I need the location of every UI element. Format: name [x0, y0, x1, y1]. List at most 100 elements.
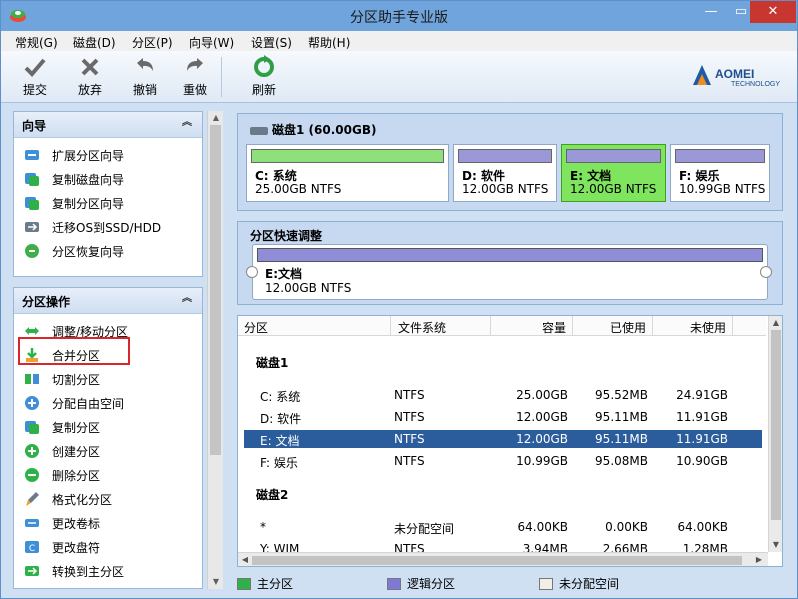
logo-sub-text: TECHNOLOGY [731, 81, 781, 88]
highlight-box [18, 337, 130, 365]
quick-adjust-partition[interactable]: E:文档 12.00GB NTFS [252, 244, 768, 300]
partition-size: 10.99GB NTFS [679, 182, 766, 196]
redo-icon [187, 58, 203, 71]
col-used[interactable]: 已使用 [610, 319, 646, 336]
quick-adjust-bar[interactable] [257, 248, 763, 262]
wizard-panel-header[interactable]: 向导 ︽ [14, 112, 202, 138]
scroll-up-icon[interactable]: ▲ [208, 111, 224, 125]
checkmark-icon [24, 58, 46, 77]
partition-d[interactable]: D: 软件 12.00GB NTFS [453, 144, 557, 202]
collapse-icon[interactable]: ︽ [180, 292, 194, 306]
undo-button[interactable]: 撤销 [123, 55, 167, 98]
wizard-panel: 向导 ︽ 扩展分区向导 复制磁盘向导 复制分区向导 迁移OS到SSD/HDD 分… [13, 111, 203, 277]
collapse-icon[interactable]: ︽ [180, 116, 194, 130]
partition-c[interactable]: C: 系统 25.00GB NTFS [246, 144, 449, 202]
operations-panel-header[interactable]: 分区操作 ︽ [14, 288, 202, 314]
drive-letter-icon: C [25, 541, 39, 554]
group-disk1: 磁盘1 [256, 356, 289, 370]
partition-e[interactable]: E: 文档 12.00GB NTFS [561, 144, 666, 202]
menu-bar: 常规(G) 磁盘(D) 分区(P) 向导(W) 设置(S) 帮助(H) [1, 31, 797, 51]
table-row[interactable]: C: 系统 NTFS 25.00GB 95.52MB 24.91GB [244, 386, 762, 404]
split-partition-icon [25, 374, 39, 384]
migrate-os-icon [25, 222, 39, 232]
table-row[interactable]: * 未分配空间 64.00KB 0.00KB 64.00KB [244, 518, 762, 536]
column-divider[interactable] [732, 316, 733, 336]
scroll-up-icon[interactable]: ▲ [769, 316, 782, 330]
scroll-down-icon[interactable]: ▼ [208, 575, 224, 589]
scroll-right-icon[interactable]: ▶ [752, 553, 766, 566]
scroll-thumb[interactable] [252, 556, 742, 565]
quick-adjust-size: 12.00GB NTFS [265, 281, 352, 295]
scroll-thumb[interactable] [771, 330, 781, 520]
delete-partition-icon [25, 468, 39, 482]
scroll-thumb[interactable] [210, 125, 221, 455]
toolbar-separator [221, 57, 222, 97]
toolbar: 提交 放弃 撤销 重做 刷新 [1, 51, 797, 103]
menu-wizard[interactable]: 向导(W) [189, 34, 234, 51]
refresh-label: 刷新 [251, 83, 276, 97]
refresh-button[interactable]: 刷新 [242, 55, 286, 98]
allocate-space-icon [25, 396, 39, 410]
column-divider[interactable] [390, 316, 391, 336]
scroll-left-icon[interactable]: ◀ [238, 553, 252, 566]
quick-adjust-title: 分区快速调整 [250, 229, 323, 243]
col-capacity[interactable]: 容量 [542, 319, 566, 336]
copy-partition-icon [25, 197, 39, 210]
logo-mark-icon [693, 65, 711, 85]
refresh-icon [254, 55, 274, 77]
menu-disk[interactable]: 磁盘(D) [73, 34, 116, 51]
table-hscrollbar[interactable]: ◀ ▶ [238, 552, 768, 566]
close-button[interactable]: ✕ [750, 1, 796, 23]
svg-text:C: C [29, 544, 35, 554]
column-divider[interactable] [652, 316, 653, 336]
operations-panel: 分区操作 ︽ 调整/移动分区 合并分区 切割分区 分配自由空间 复制分区 创建分… [13, 287, 203, 589]
create-partition-icon [25, 444, 39, 458]
discard-button[interactable]: 放弃 [68, 55, 112, 98]
convert-icon [25, 566, 39, 576]
undo-label: 撤销 [132, 83, 157, 97]
menu-general[interactable]: 常规(G) [15, 34, 58, 51]
copy-partition-icon [25, 421, 39, 434]
table-row-selected[interactable]: E: 文档 NTFS 12.00GB 95.11MB 11.91GB [244, 430, 762, 448]
table-row[interactable]: D: 软件 NTFS 12.00GB 95.11MB 11.91GB [244, 408, 762, 426]
partition-size: 12.00GB NTFS [570, 182, 657, 196]
discard-label: 放弃 [77, 83, 102, 97]
col-filesystem[interactable]: 文件系统 [398, 319, 446, 336]
quick-adjust-name: E:文档 [265, 267, 302, 281]
scroll-down-icon[interactable]: ▼ [769, 538, 782, 552]
disk1-title: 磁盘1 (60.00GB) [250, 121, 376, 138]
logo-main-text: AOMEI [715, 67, 755, 81]
x-icon [81, 58, 99, 76]
legend-logical: 逻辑分区 [387, 575, 455, 592]
menu-settings[interactable]: 设置(S) [251, 34, 292, 51]
table-header: 分区 文件系统 容量 已使用 未使用 [238, 316, 766, 336]
window-title: 分区助手专业版 [350, 10, 448, 26]
quick-adjust-panel: 分区快速调整 E:文档 12.00GB NTFS [237, 221, 783, 305]
menu-help[interactable]: 帮助(H) [308, 34, 350, 51]
resize-handle-left[interactable] [246, 266, 258, 278]
partition-size: 12.00GB NTFS [462, 182, 549, 196]
menu-partition[interactable]: 分区(P) [132, 34, 173, 51]
commit-button[interactable]: 提交 [13, 55, 57, 98]
minimize-button[interactable]: — [696, 1, 726, 23]
redo-button[interactable]: 重做 [173, 55, 217, 98]
partition-bar [566, 149, 661, 163]
legend-swatch [237, 578, 251, 590]
left-scrollbar[interactable]: ▲ ▼ [207, 111, 223, 589]
col-partition[interactable]: 分区 [244, 319, 268, 336]
resize-handle-right[interactable] [760, 266, 772, 278]
table-row[interactable]: F: 娱乐 NTFS 10.99GB 95.08MB 10.90GB [244, 452, 762, 470]
legend-unallocated: 未分配空间 [539, 575, 619, 592]
table-vscrollbar[interactable]: ▲ ▼ [768, 316, 782, 552]
column-divider[interactable] [572, 316, 573, 336]
col-unused[interactable]: 未使用 [690, 319, 726, 336]
partition-f[interactable]: F: 娱乐 10.99GB NTFS [670, 144, 770, 202]
legend-swatch [539, 578, 553, 590]
wizard-panel-title: 向导 [22, 119, 47, 133]
disk1-map: 磁盘1 (60.00GB) C: 系统 25.00GB NTFS D: 软件 1… [237, 113, 783, 211]
column-divider[interactable] [490, 316, 491, 336]
redo-label: 重做 [182, 83, 207, 97]
partition-table: 分区 文件系统 容量 已使用 未使用 磁盘1 C: 系统 NTFS 25.00G… [237, 315, 783, 567]
partition-size: 25.00GB NTFS [255, 182, 342, 196]
extend-partition-icon [25, 150, 39, 160]
